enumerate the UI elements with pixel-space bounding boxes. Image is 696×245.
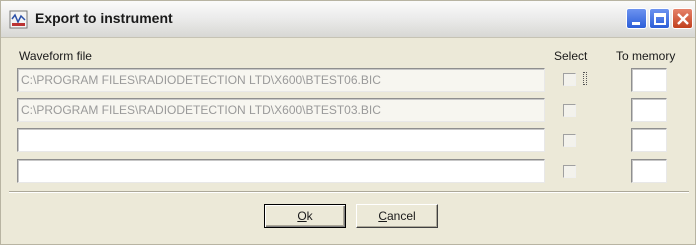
to-memory-field-3[interactable] [631,128,667,152]
waveform-file-header: Waveform file [19,49,92,63]
to-memory-field-2[interactable] [631,98,667,122]
select-checkbox-4[interactable] [563,165,576,178]
waveform-file-field-2[interactable]: C:\PROGRAM FILES\RADIODETECTION LTD\X600… [17,98,545,122]
title-bar[interactable]: Export to instrument [1,1,695,38]
close-icon [677,13,689,25]
waveform-file-field-1[interactable]: C:\PROGRAM FILES\RADIODETECTION LTD\X600… [17,68,545,92]
window-title: Export to instrument [35,10,173,26]
to-memory-field-4[interactable] [631,159,667,183]
to-memory-field-1[interactable] [631,68,667,92]
minimize-button[interactable] [626,8,647,29]
cancel-button[interactable]: Cancel [356,204,438,228]
minimize-icon [632,22,640,25]
export-dialog: Export to instrument Waveform file Selec… [0,0,696,245]
waveform-file-field-3[interactable] [17,128,545,152]
select-checkbox-1[interactable] [563,73,576,86]
button-separator [9,191,689,193]
maximize-icon [654,13,666,25]
close-button[interactable] [672,8,693,29]
ok-label-rest: k [306,209,313,223]
select-header: Select [554,49,588,63]
select-checkbox-2[interactable] [563,104,576,117]
waveform-file-field-4[interactable] [17,159,545,183]
focus-indicator [583,72,587,85]
to-memory-header: To memory [616,49,676,63]
cancel-mnemonic: C [378,209,387,223]
ok-mnemonic: O [297,209,307,223]
ok-button[interactable]: Ok [264,204,346,228]
maximize-button[interactable] [649,8,670,29]
select-checkbox-3[interactable] [563,134,576,147]
cancel-label-rest: ancel [386,209,416,223]
app-icon [9,10,28,29]
